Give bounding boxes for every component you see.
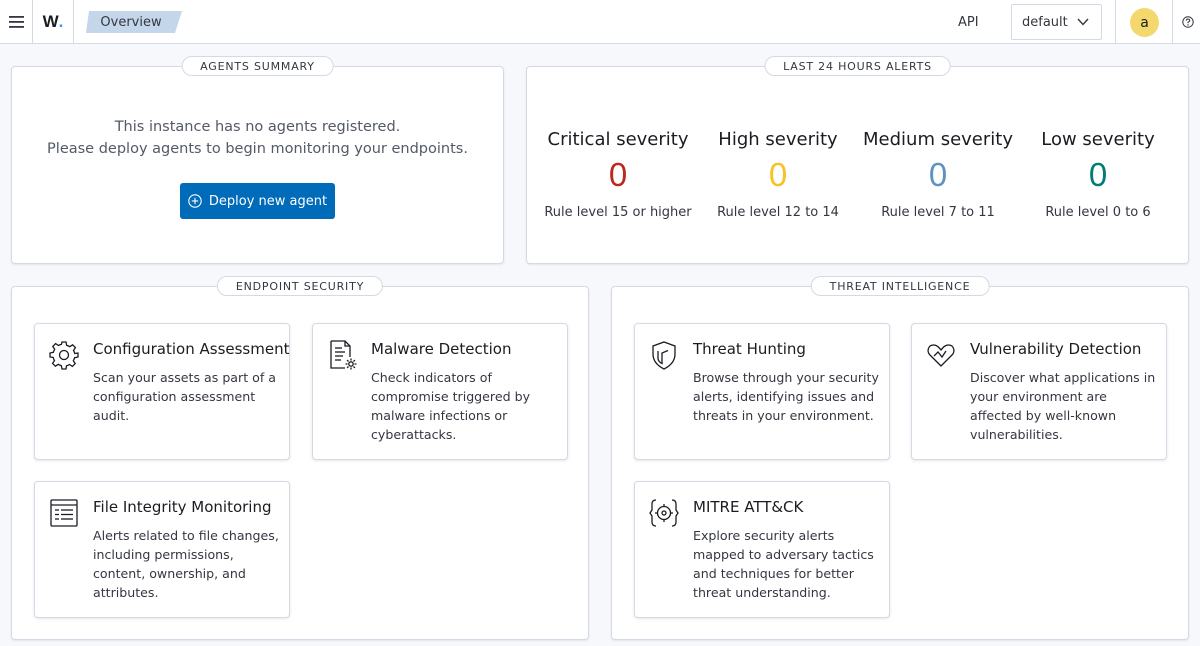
card-vulnerability-detection[interactable]: Vulnerability Detection Discover what ap… xyxy=(911,323,1167,460)
help-icon xyxy=(1182,16,1194,28)
high-severity-stat[interactable]: High severity 0 Rule level 12 to 14 xyxy=(698,129,858,220)
menu-button[interactable] xyxy=(0,0,33,44)
severity-rule: Rule level 15 or higher xyxy=(544,205,692,220)
card-file-integrity-monitoring[interactable]: File Integrity Monitoring Alerts related… xyxy=(34,481,290,618)
critical-severity-stat[interactable]: Critical severity 0 Rule level 15 or hig… xyxy=(538,129,698,220)
card-description: Explore security alerts mapped to advers… xyxy=(693,528,874,600)
card-description: Check indicators of compromise triggered… xyxy=(371,370,531,442)
document-gear-icon xyxy=(330,340,357,370)
menu-icon xyxy=(8,16,24,28)
severity-count[interactable]: 0 xyxy=(858,156,1018,194)
app-logo[interactable]: W. xyxy=(33,0,74,44)
chevron-down-icon xyxy=(1077,18,1089,26)
panel-title: THREAT INTELLIGENCE xyxy=(810,276,990,296)
card-description: Scan your assets as part of a configurat… xyxy=(93,370,277,423)
header-divider xyxy=(1115,0,1116,44)
severity-label: Medium severity xyxy=(863,129,1013,150)
gear-icon xyxy=(49,341,79,370)
card-title: Threat Hunting xyxy=(693,340,806,358)
card-title: MITRE ATT&CK xyxy=(693,498,804,516)
card-threat-hunting[interactable]: Threat Hunting Browse through your secur… xyxy=(634,323,890,460)
card-malware-detection[interactable]: Malware Detection Check indicators of co… xyxy=(312,323,568,460)
card-title: Vulnerability Detection xyxy=(970,340,1142,358)
target-icon xyxy=(649,499,679,527)
low-severity-stat[interactable]: Low severity 0 Rule level 0 to 6 xyxy=(1018,129,1178,220)
index-pattern-select[interactable]: default xyxy=(1011,4,1102,40)
severity-label: High severity xyxy=(718,129,838,150)
deploy-button-label: Deploy new agent xyxy=(208,193,328,209)
card-title: Malware Detection xyxy=(371,340,512,358)
help-button[interactable] xyxy=(1180,14,1196,30)
user-avatar[interactable]: a xyxy=(1130,8,1159,37)
list-document-icon xyxy=(50,499,78,527)
card-description: Alerts related to file changes, includin… xyxy=(93,528,279,600)
card-description: Browse through your security alerts, ide… xyxy=(693,370,879,423)
severity-count[interactable]: 0 xyxy=(538,156,698,194)
severity-rule: Rule level 0 to 6 xyxy=(1045,205,1151,220)
threat-intelligence-panel: THREAT INTELLIGENCE Threat Hunting Brows… xyxy=(611,276,1189,640)
severity-count[interactable]: 0 xyxy=(698,156,858,194)
agents-summary-panel: AGENTS SUMMARY This instance has no agen… xyxy=(11,56,504,264)
top-header: W. Overview API default a xyxy=(0,0,1200,44)
shield-icon xyxy=(652,341,676,370)
card-mitre-attack[interactable]: MITRE ATT&CK Explore security alerts map… xyxy=(634,481,890,618)
logo-text: W xyxy=(42,12,59,31)
deploy-hint-message: Please deploy agents to begin monitoring… xyxy=(47,141,468,157)
card-description: Discover what applications in your envir… xyxy=(970,370,1156,442)
alerts-panel: LAST 24 HOURS ALERTS Critical severity 0… xyxy=(526,56,1189,264)
severity-rule: Rule level 7 to 11 xyxy=(881,205,995,220)
panel-title: ENDPOINT SECURITY xyxy=(216,276,384,296)
panel-title: LAST 24 HOURS ALERTS xyxy=(764,56,951,76)
header-divider xyxy=(1172,0,1173,44)
severity-count[interactable]: 0 xyxy=(1018,156,1178,194)
breadcrumb-overview[interactable]: Overview xyxy=(86,11,182,33)
deploy-new-agent-button[interactable]: Deploy new agent xyxy=(180,183,335,219)
logo-dot: . xyxy=(58,12,64,31)
select-value: default xyxy=(1022,14,1068,30)
severity-label: Critical severity xyxy=(547,129,689,150)
heart-pulse-icon xyxy=(927,344,955,367)
card-title: Configuration Assessment xyxy=(93,340,290,358)
card-title: File Integrity Monitoring xyxy=(93,498,272,516)
medium-severity-stat[interactable]: Medium severity 0 Rule level 7 to 11 xyxy=(858,129,1018,220)
card-configuration-assessment[interactable]: Configuration Assessment Scan your asset… xyxy=(34,323,290,460)
panel-title: AGENTS SUMMARY xyxy=(181,56,334,76)
severity-label: Low severity xyxy=(1041,129,1155,150)
plus-circle-icon xyxy=(188,194,202,208)
endpoint-security-panel: ENDPOINT SECURITY Configuration Assessme… xyxy=(11,276,589,640)
severity-rule: Rule level 12 to 14 xyxy=(717,205,839,220)
no-agents-message: This instance has no agents registered. xyxy=(114,119,401,135)
api-link[interactable]: API xyxy=(958,0,979,44)
